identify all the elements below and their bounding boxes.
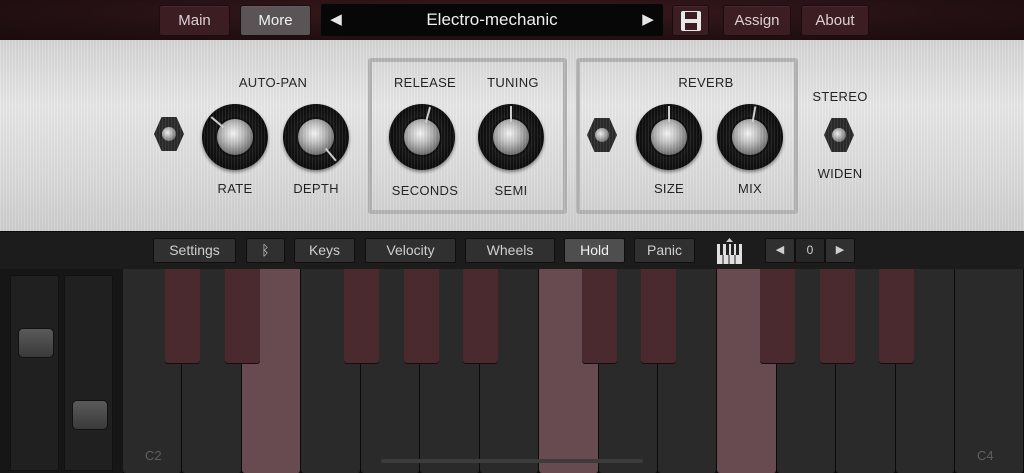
save-button[interactable] bbox=[672, 5, 709, 36]
hold-button[interactable]: Hold bbox=[564, 238, 625, 263]
black-key[interactable] bbox=[344, 269, 379, 363]
reverb-group bbox=[576, 58, 798, 214]
wheels-area bbox=[0, 269, 123, 473]
black-key[interactable] bbox=[165, 269, 200, 363]
white-key[interactable] bbox=[955, 269, 1024, 473]
octave-down-button[interactable]: ◀ bbox=[765, 238, 795, 263]
preset-selector: ◀ Electro-mechanic ▶ bbox=[321, 4, 663, 36]
floppy-disk-icon bbox=[680, 11, 701, 31]
more-tab-button[interactable]: More bbox=[240, 5, 311, 36]
octave-value: 0 bbox=[795, 238, 825, 263]
tuning-semi-label: SEMI bbox=[494, 183, 528, 198]
release-title: RELEASE bbox=[393, 75, 457, 90]
stereo-widen-label: WIDEN bbox=[817, 166, 863, 181]
autopan-title: AUTO-PAN bbox=[238, 75, 308, 90]
keys-button[interactable]: Keys bbox=[294, 238, 355, 263]
black-key[interactable] bbox=[820, 269, 855, 363]
tuning-knob[interactable] bbox=[478, 104, 544, 170]
reverb-mix-label: MIX bbox=[737, 181, 762, 196]
autopan-rate-knob[interactable] bbox=[202, 104, 268, 170]
autopan-depth-knob[interactable] bbox=[283, 104, 349, 170]
reverb-mix-knob[interactable] bbox=[717, 104, 783, 170]
autopan-toggle[interactable] bbox=[154, 117, 184, 151]
reverb-size-knob[interactable] bbox=[636, 104, 702, 170]
reverb-toggle[interactable] bbox=[587, 118, 617, 152]
main-tab-button[interactable]: Main bbox=[159, 5, 230, 36]
black-key[interactable] bbox=[404, 269, 439, 363]
black-key[interactable] bbox=[463, 269, 498, 363]
panic-button[interactable]: Panic bbox=[634, 238, 695, 263]
bluetooth-icon: ᛒ bbox=[261, 242, 270, 258]
assign-button[interactable]: Assign bbox=[723, 5, 791, 36]
release-seconds-label: SECONDS bbox=[391, 183, 459, 198]
keyboard-toolbar: Settings ᛒ Keys Velocity Wheels Hold Pan… bbox=[0, 231, 1024, 269]
autopan-rate-label: RATE bbox=[217, 181, 253, 196]
black-key[interactable] bbox=[760, 269, 795, 363]
release-tuning-group bbox=[368, 58, 567, 214]
effects-panel: AUTO-PAN RATE DEPTH RELEASE TUNING SECON… bbox=[0, 40, 1024, 231]
pitch-wheel-handle[interactable] bbox=[18, 328, 54, 358]
release-knob[interactable] bbox=[389, 104, 455, 170]
black-key[interactable] bbox=[582, 269, 617, 363]
tuning-title: TUNING bbox=[487, 75, 539, 90]
black-key[interactable] bbox=[879, 269, 914, 363]
black-key[interactable] bbox=[641, 269, 676, 363]
mod-wheel-handle[interactable] bbox=[72, 400, 108, 430]
stereo-title: STEREO bbox=[812, 89, 868, 104]
preset-prev-button[interactable]: ◀ bbox=[321, 4, 351, 36]
preset-next-button[interactable]: ▶ bbox=[633, 4, 663, 36]
bluetooth-button[interactable]: ᛒ bbox=[246, 238, 285, 263]
preset-name[interactable]: Electro-mechanic bbox=[351, 4, 633, 36]
autopan-depth-label: DEPTH bbox=[293, 181, 339, 196]
velocity-button[interactable]: Velocity bbox=[365, 238, 456, 263]
reverb-size-label: SIZE bbox=[653, 181, 685, 196]
pitch-bend-wheel[interactable] bbox=[10, 275, 59, 471]
black-key[interactable] bbox=[225, 269, 260, 363]
wheels-button[interactable]: Wheels bbox=[465, 238, 555, 263]
settings-button[interactable]: Settings bbox=[153, 238, 236, 263]
note-label-c4: C4 bbox=[977, 448, 994, 463]
reverb-title: REVERB bbox=[678, 75, 734, 90]
modulation-wheel[interactable] bbox=[64, 275, 113, 471]
piano-keyboard[interactable]: C2 C4 bbox=[123, 269, 1024, 473]
keyboard-scroll-bar[interactable] bbox=[381, 459, 643, 463]
piano-keys-icon[interactable] bbox=[716, 237, 743, 265]
stereo-widen-toggle[interactable] bbox=[824, 118, 854, 152]
top-bar: Main More ◀ Electro-mechanic ▶ Assign Ab… bbox=[0, 0, 1024, 40]
about-button[interactable]: About bbox=[801, 5, 869, 36]
note-label-c2: C2 bbox=[145, 448, 162, 463]
octave-up-button[interactable]: ▶ bbox=[825, 238, 855, 263]
